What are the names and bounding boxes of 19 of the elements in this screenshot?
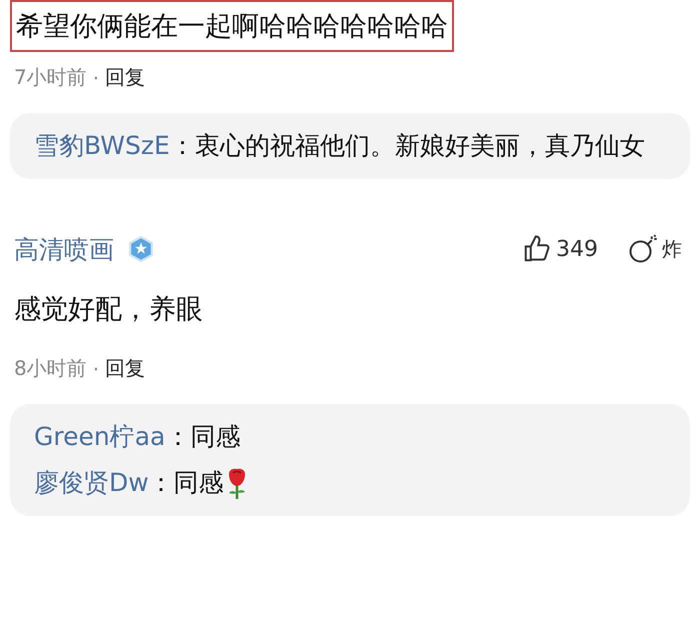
reply-link[interactable]: 回复 [105, 64, 146, 91]
thumbs-up-icon[interactable] [522, 234, 552, 264]
reply-comment: 雪豹BWSzE：衷心的祝福他们。新娘好美丽，真乃仙女 [34, 130, 645, 162]
comment-text: 感觉好配，养眼 [13, 293, 204, 327]
reply-comment: Green柠aa：同感 [34, 421, 240, 453]
bomb-label[interactable]: 炸 [662, 236, 682, 262]
timestamp: 8小时前 [14, 355, 87, 382]
reply-link[interactable]: 回复 [105, 355, 146, 382]
separator-dot: · [92, 66, 100, 90]
comment-text: 希望你俩能在一起啊哈哈哈哈哈哈哈 [10, 0, 454, 52]
username-link[interactable]: 高清喷画 [14, 232, 114, 266]
bomb-icon[interactable] [628, 234, 658, 264]
like-count: 349 [556, 236, 598, 262]
reply-username[interactable]: 雪豹BWSzE [34, 131, 170, 160]
reply-comment: 廖俊贤Dw：同感 [34, 464, 248, 502]
reply-username[interactable]: Green柠aa [34, 422, 166, 451]
separator-dot: · [92, 356, 100, 380]
reply-username[interactable]: 廖俊贤Dw [34, 468, 149, 497]
timestamp: 7小时前 [14, 64, 87, 91]
